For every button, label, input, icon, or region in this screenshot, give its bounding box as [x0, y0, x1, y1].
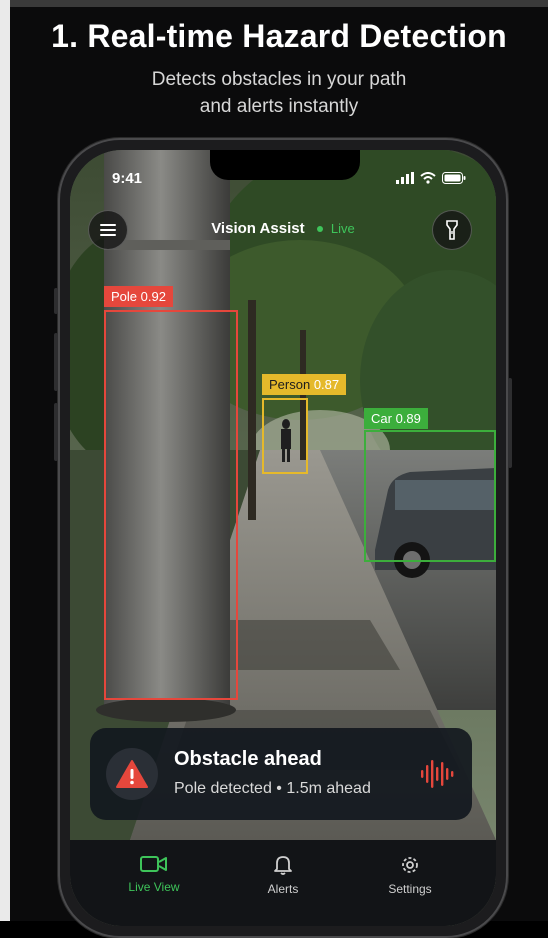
tab-settings-label: Settings	[388, 882, 432, 896]
tab-settings[interactable]: Settings	[360, 854, 460, 896]
live-indicator-dot	[316, 226, 323, 232]
live-status: Live	[330, 221, 355, 236]
detection-box-car	[364, 430, 496, 562]
detection-label-pole-score: 0.92	[140, 289, 166, 304]
bottom-tab-bar: Live View Alerts Settings	[70, 840, 496, 926]
audio-waveform-icon	[421, 760, 454, 788]
bell-icon	[274, 856, 292, 875]
alert-title: Obstacle ahead	[174, 748, 322, 770]
dynamic-island	[210, 150, 360, 180]
detection-label-person: Person 0.87	[262, 374, 347, 395]
detection-label-car: Car 0.89	[364, 408, 428, 429]
phone-side-button-power	[508, 378, 512, 468]
detection-label-pole-name: Pole	[111, 289, 138, 304]
detection-label-person-name: Person	[269, 377, 311, 392]
status-time: 9:41	[112, 170, 143, 187]
wifi-icon	[420, 172, 436, 184]
phone-screen: 9:41 Vision Assist Live Pole 0.92 Person…	[70, 150, 496, 926]
tab-live-view[interactable]: Live View	[104, 854, 204, 894]
detection-label-pole: Pole 0.92	[104, 286, 173, 307]
promo-subhead-line1: Detects obstacles in your path	[151, 69, 407, 90]
status-bar: 9:41	[70, 150, 496, 194]
phone-side-button-volume-up	[54, 333, 58, 391]
phone-side-button-volume-down	[54, 403, 58, 461]
detection-label-car-score: 0.89	[395, 411, 421, 426]
battery-icon	[442, 172, 466, 184]
promo-headline: 1. Real-time Hazard Detection	[51, 18, 507, 54]
flashlight-icon	[446, 220, 458, 240]
left-edge-strip	[0, 0, 10, 921]
tab-alerts[interactable]: Alerts	[233, 854, 333, 896]
app-title: Vision Assist	[211, 220, 305, 237]
promo-subhead-line2: and alerts instantly	[199, 96, 359, 117]
gear-icon	[402, 857, 418, 873]
tab-alerts-label: Alerts	[267, 882, 299, 896]
alert-subtitle: Pole detected • 1.5m ahead	[174, 780, 371, 797]
detection-box-pole	[104, 310, 238, 700]
detection-box-person	[262, 398, 308, 474]
obstacle-alert-card[interactable]: Obstacle ahead Pole detected • 1.5m ahea…	[90, 728, 472, 820]
phone-side-button-silent	[54, 288, 58, 314]
video-camera-icon	[140, 856, 167, 872]
warning-triangle-icon	[116, 760, 148, 788]
cellular-signal-icon	[396, 172, 414, 184]
phone-frame: 9:41 Vision Assist Live Pole 0.92 Person…	[54, 138, 512, 938]
detection-label-person-score: 0.87	[313, 377, 340, 392]
app-header: Vision Assist Live	[70, 208, 496, 252]
status-icons	[396, 172, 466, 184]
flashlight-button[interactable]	[432, 210, 472, 250]
detection-label-car-name: Car	[371, 411, 392, 426]
tab-live-view-label: Live View	[128, 880, 180, 894]
top-edge-strip	[10, 0, 548, 7]
promo-subhead: Detects obstacles in your path and alert…	[10, 66, 548, 120]
alert-icon-badge	[106, 748, 158, 800]
